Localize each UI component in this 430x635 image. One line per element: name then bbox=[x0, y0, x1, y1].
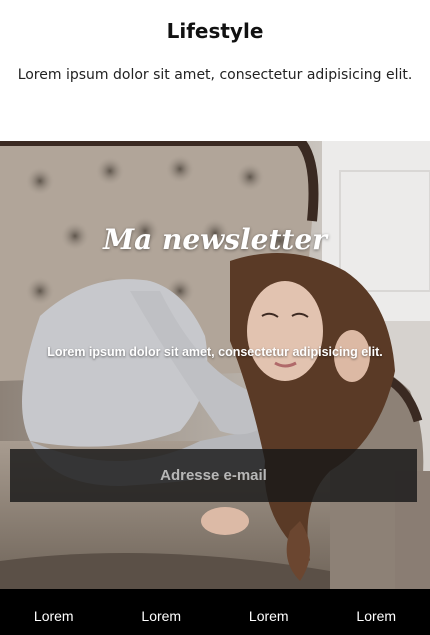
email-input[interactable] bbox=[10, 449, 417, 502]
footer-link-4[interactable]: Lorem bbox=[326, 600, 426, 624]
newsletter-description: Lorem ipsum dolor sit amet, consectetur … bbox=[47, 345, 383, 359]
footer-link-1[interactable]: Lorem bbox=[4, 600, 104, 624]
newsletter-title: Ma newsletter bbox=[103, 223, 327, 256]
page-title: Lifestyle bbox=[166, 19, 264, 43]
footer-nav: Lorem Lorem Lorem Lorem bbox=[0, 589, 430, 635]
newsletter-section: Ma newsletter Lorem ipsum dolor sit amet… bbox=[0, 141, 430, 589]
footer-link-2[interactable]: Lorem bbox=[111, 600, 211, 624]
page-subtitle: Lorem ipsum dolor sit amet, consectetur … bbox=[17, 67, 413, 83]
page-header: Lifestyle Lorem ipsum dolor sit amet, co… bbox=[0, 0, 430, 141]
footer-link-3[interactable]: Lorem bbox=[219, 600, 319, 624]
newsletter-background-photo bbox=[0, 141, 430, 589]
